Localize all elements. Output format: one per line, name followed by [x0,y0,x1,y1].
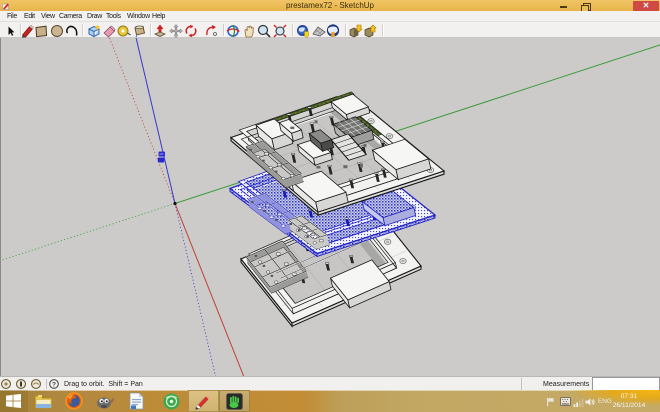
svg-text:?: ? [52,381,56,388]
